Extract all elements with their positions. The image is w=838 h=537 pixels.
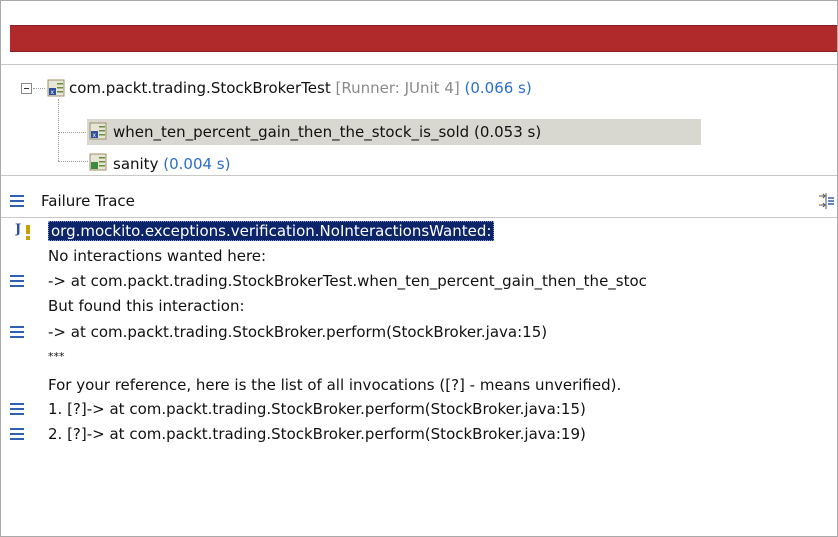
failure-trace-header: Failure Trace <box>1 185 837 217</box>
stack-frame-icon <box>10 275 24 287</box>
suite-row[interactable]: com.packt.trading.StockBrokerTest [Runne… <box>69 75 532 101</box>
junit-view: x com.packt.trading.StockBrokerTest [Run… <box>0 0 838 537</box>
menu-icon[interactable] <box>10 195 24 207</box>
trace-text: 2. [?]-> at com.packt.trading.StockBroke… <box>48 425 586 443</box>
tree-connector <box>33 88 45 89</box>
stack-frame-icon <box>10 403 24 415</box>
tree-connector <box>58 99 59 161</box>
trace-stack-line[interactable]: -> at com.packt.trading.StockBroker.perf… <box>48 320 547 344</box>
filter-trace-icon[interactable] <box>817 191 835 211</box>
trace-text: But found this interaction: <box>48 297 245 315</box>
svg-text:x: x <box>51 89 55 96</box>
trace-line[interactable]: But found this interaction: <box>48 294 245 318</box>
trace-line[interactable]: No interactions wanted here: <box>48 244 266 268</box>
trace-line[interactable]: *** <box>48 345 65 369</box>
trace-text: *** <box>48 350 65 363</box>
trace-text: -> at com.packt.trading.StockBrokerTest.… <box>48 272 647 290</box>
exception-icon: J <box>15 222 30 240</box>
test-passed-icon <box>89 153 107 171</box>
progress-bar-failed <box>10 25 837 52</box>
suite-time: (0.066 s) <box>464 79 532 97</box>
collapse-icon[interactable] <box>21 83 32 94</box>
stack-frame-icon <box>10 428 24 440</box>
test-row-failed[interactable]: when_ten_percent_gain_then_the_stock_is_… <box>113 119 541 145</box>
tree-connector <box>58 132 88 133</box>
svg-text:x: x <box>93 132 97 139</box>
svg-text:J: J <box>15 222 21 237</box>
test-time: (0.004 s) <box>163 155 231 173</box>
divider <box>1 217 837 218</box>
trace-exception-line[interactable]: org.mockito.exceptions.verification.NoIn… <box>48 219 495 243</box>
suite-name: com.packt.trading.StockBrokerTest <box>69 79 331 97</box>
trace-text: 1. [?]-> at com.packt.trading.StockBroke… <box>48 400 586 418</box>
test-row-passed[interactable]: sanity (0.004 s) <box>113 151 230 173</box>
stack-frame-icon <box>10 326 24 338</box>
test-time: (0.053 s) <box>473 123 542 141</box>
trace-text: For your reference, here is the list of … <box>48 376 622 394</box>
trace-line[interactable]: For your reference, here is the list of … <box>48 373 621 397</box>
divider <box>1 175 837 176</box>
trace-text: org.mockito.exceptions.verification.NoIn… <box>48 221 495 241</box>
tree-connector <box>58 161 88 162</box>
test-failed-icon: x <box>89 122 107 140</box>
trace-text: No interactions wanted here: <box>48 247 267 265</box>
divider <box>1 64 837 65</box>
failure-trace-title: Failure Trace <box>41 192 135 210</box>
trace-stack-line[interactable]: 1. [?]-> at com.packt.trading.StockBroke… <box>48 397 586 421</box>
suite-runner: [Runner: JUnit 4] <box>335 79 460 97</box>
test-name: when_ten_percent_gain_then_the_stock_is_… <box>113 123 470 141</box>
trace-stack-line[interactable]: -> at com.packt.trading.StockBrokerTest.… <box>48 269 647 293</box>
trace-text: -> at com.packt.trading.StockBroker.perf… <box>48 323 548 341</box>
test-name: sanity <box>113 155 159 173</box>
test-suite-icon: x <box>47 79 65 97</box>
trace-stack-line[interactable]: 2. [?]-> at com.packt.trading.StockBroke… <box>48 422 586 446</box>
